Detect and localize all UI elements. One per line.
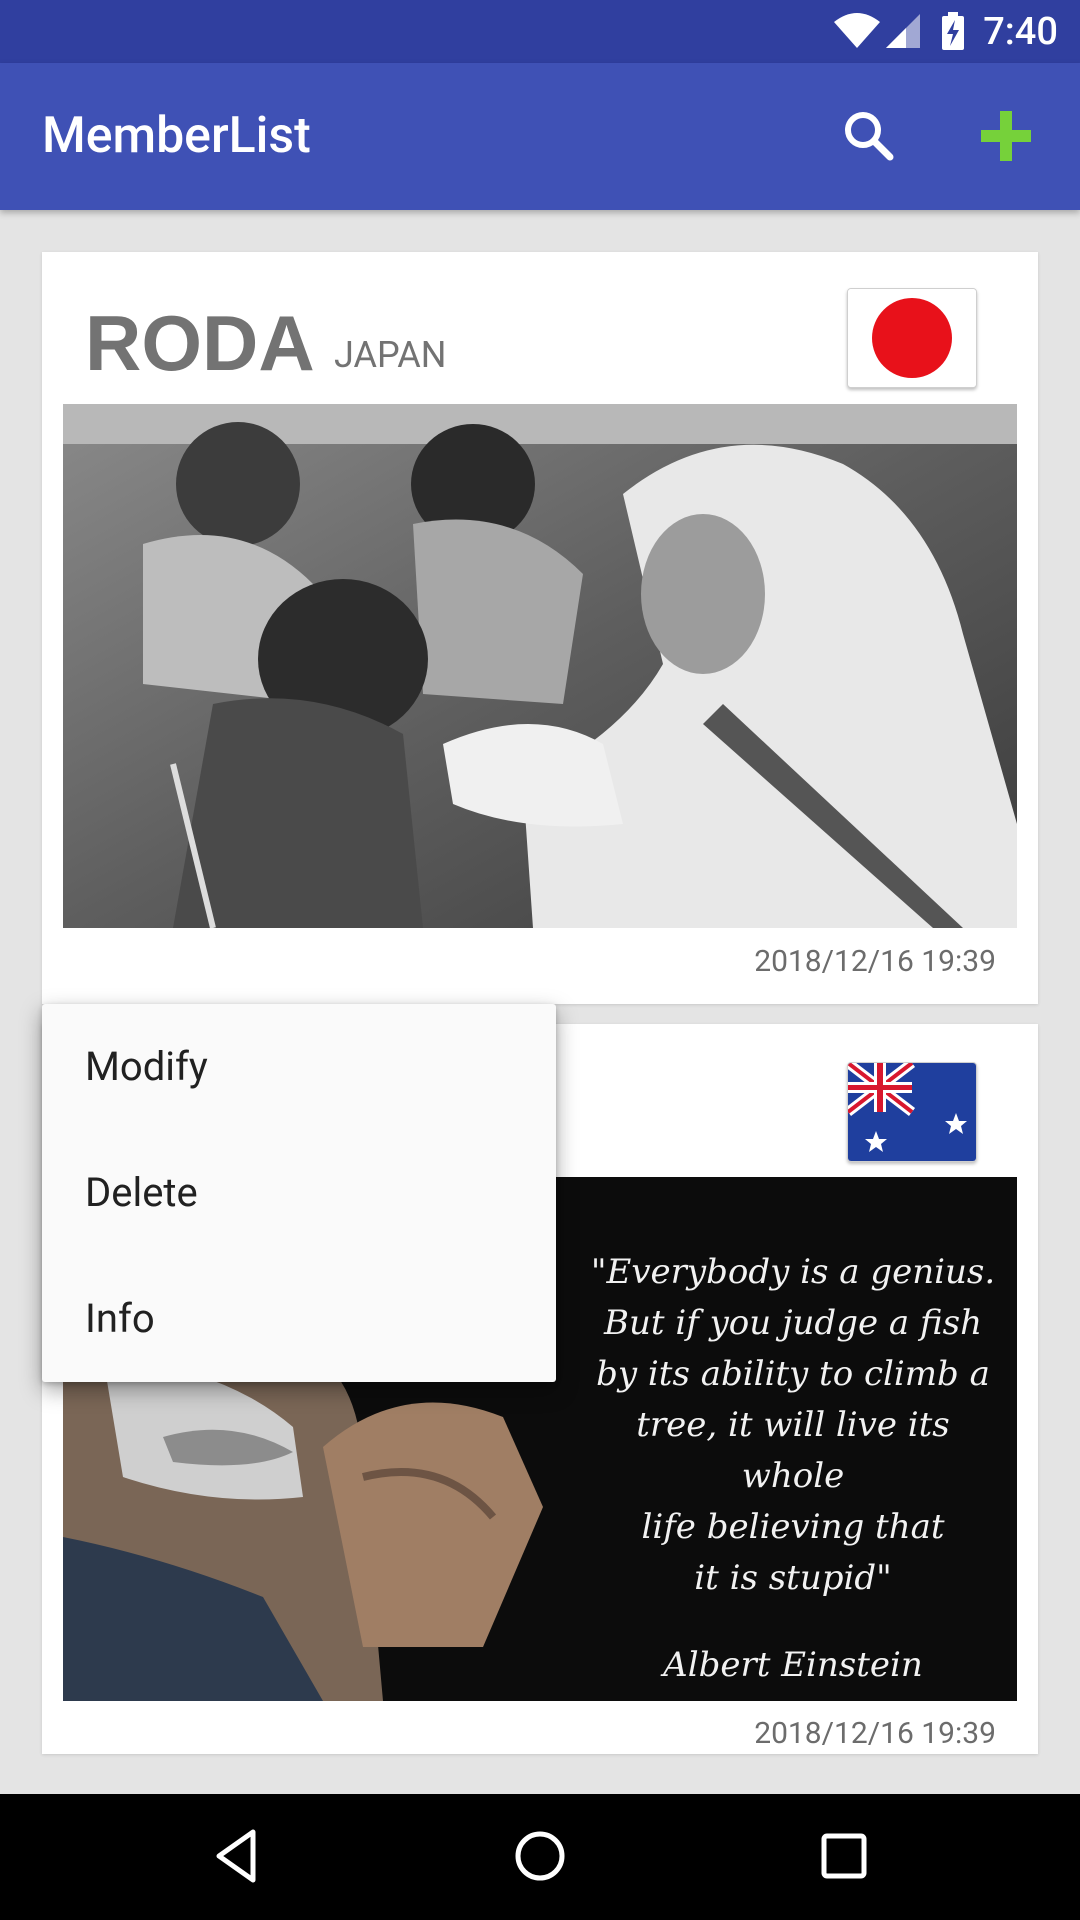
search-icon — [845, 112, 894, 161]
app-bar: MemberList — [0, 63, 1080, 210]
back-icon[interactable] — [205, 1824, 269, 1888]
home-icon[interactable] — [508, 1824, 572, 1888]
context-menu: Modify Delete Info — [42, 1004, 556, 1382]
member-photo — [63, 404, 1017, 928]
add-member-button[interactable] — [975, 105, 1037, 167]
search-button[interactable] — [838, 105, 900, 167]
menu-item-delete[interactable]: Delete — [42, 1130, 556, 1256]
member-timestamp: 2018/12/16 19:39 — [754, 1716, 996, 1751]
status-bar: 7:40 — [0, 0, 1080, 63]
clock: 7:40 — [983, 10, 1058, 54]
quote-line: it is stupid" — [694, 1558, 892, 1598]
quote-text: "Everybody is a genius. But if you judge… — [583, 1247, 1003, 1691]
menu-item-modify[interactable]: Modify — [42, 1004, 556, 1130]
member-card[interactable]: RODA JAPAN 2018/12/16 19:39 — [42, 252, 1038, 1004]
quote-author: Albert Einstein — [663, 1645, 923, 1685]
quote-line: tree, it will live its whole — [636, 1405, 950, 1496]
signal-icon — [886, 14, 920, 48]
page-title: MemberList — [42, 107, 311, 165]
navigation-bar — [0, 1794, 1080, 1920]
quote-line: by its ability to climb a — [596, 1354, 990, 1394]
member-timestamp: 2018/12/16 19:39 — [754, 944, 996, 979]
wifi-icon — [834, 13, 880, 48]
quote-line: life believing that — [641, 1507, 945, 1547]
recents-icon[interactable] — [812, 1824, 876, 1888]
quote-line: "Everybody is a genius. — [590, 1252, 996, 1292]
menu-item-info[interactable]: Info — [42, 1256, 556, 1382]
member-country: JAPAN — [334, 334, 447, 376]
battery-charging-icon — [942, 12, 964, 50]
member-name: RODA — [85, 299, 315, 387]
quote-line: But if you judge a fish — [603, 1303, 982, 1343]
australia-flag-icon — [847, 1062, 977, 1162]
japan-flag-icon — [847, 288, 977, 388]
plus-icon — [981, 111, 1031, 161]
